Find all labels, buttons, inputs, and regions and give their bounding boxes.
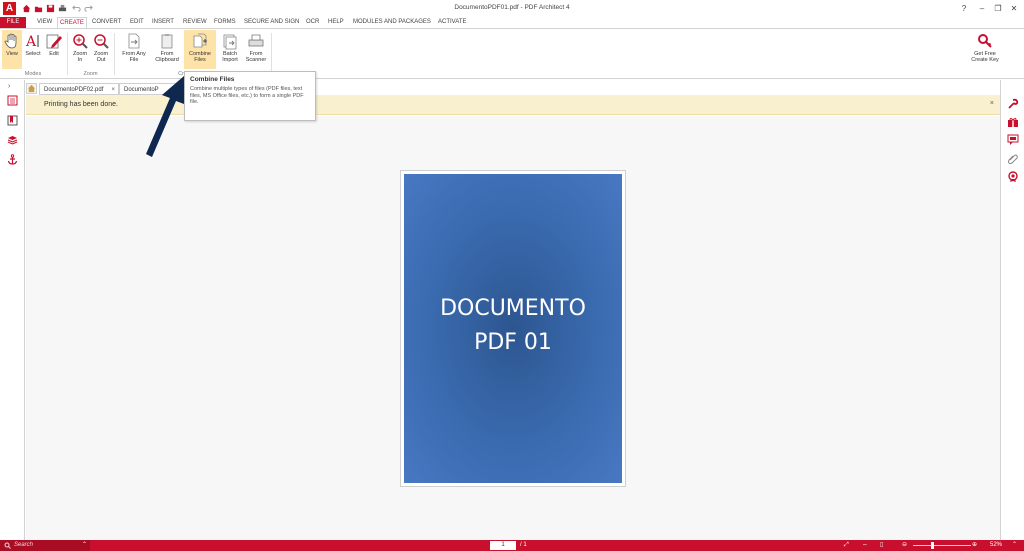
from-any-file-button[interactable]: From Any File [118,30,150,69]
edit-pencil-icon [46,34,62,49]
tab-forms[interactable]: FORMS [214,17,236,28]
svg-text:A: A [25,34,37,50]
tab-view[interactable]: VIEW [37,17,52,28]
zoom-in-button[interactable]: Zoom In [70,30,90,69]
zoom-level[interactable]: 52% [990,540,1002,551]
group-label-modes: Modes [24,71,42,77]
help-button[interactable]: ? [958,3,970,14]
tab-review[interactable]: REVIEW [183,17,207,28]
thumbnails-icon[interactable] [7,95,18,106]
tab-edit[interactable]: EDIT [130,17,144,28]
batch-import-button[interactable]: Batch Import [217,30,243,69]
expand-panel-icon[interactable]: › [8,83,10,90]
fit-width-icon[interactable]: ⇔ [862,540,868,551]
from-clipboard-button[interactable]: From Clipboard [151,30,183,69]
edit-button[interactable]: Edit [44,30,64,69]
cover-title: DOCUMENTO PDF 01 [404,292,622,360]
tab-activate[interactable]: ACTIVATE [438,17,466,28]
layers-icon[interactable] [7,134,18,145]
tooltip-body: Combine multiple types of files (PDF fil… [190,86,304,105]
document-tab[interactable]: DocumentoPDF02.pdf × [39,83,119,95]
right-panel [1000,80,1024,540]
notification-text: Printing has been done. [44,101,118,108]
search-input[interactable]: Search [0,540,90,551]
select-button[interactable]: A Select [23,30,43,69]
zoom-out-button[interactable]: Zoom Out [91,30,111,69]
zoom-in-icon [73,34,88,49]
home-icon [27,84,36,93]
home-tab[interactable] [26,83,37,94]
group-label-zoom: Zoom [83,71,98,77]
tab-insert[interactable]: INSERT [152,17,174,28]
comment-icon[interactable] [1007,134,1019,146]
cover-title-line: PDF 01 [474,330,552,355]
zoom-in-status-icon[interactable]: ⊕ [972,540,977,551]
zoom-slider[interactable] [913,545,971,546]
zoom-out-icon [94,34,109,49]
document-workspace[interactable]: DOCUMENTO PDF 01 [26,116,1000,540]
tab-convert[interactable]: CONVERT [92,17,121,28]
bookmarks-icon[interactable] [7,115,18,126]
menu-bar: FILE VIEW CREATE CONVERT EDIT INSERT REV… [0,17,1024,29]
pdf-page[interactable]: DOCUMENTO PDF 01 [400,170,626,487]
from-scanner-button[interactable]: From Scanner [244,30,268,69]
page-number-input[interactable]: 1 [490,541,516,550]
single-page-icon[interactable]: ▯ [880,540,883,551]
tools-icon[interactable] [1007,98,1019,110]
title-bar: A DocumentoPDF01.pdf - PDF Architect 4 ?… [0,0,1024,17]
cover-title-line: DOCUMENTO [440,296,586,321]
scanner-icon [248,34,264,47]
key-icon [978,34,992,48]
tooltip-title: Combine Files [190,76,235,83]
file-import-icon [128,33,140,49]
left-panel: › [0,80,25,540]
zoom-menu-icon[interactable]: ⌃ [1012,540,1017,551]
fit-page-icon[interactable]: ⤢ [844,540,849,551]
combine-files-icon [193,33,207,48]
combine-files-tooltip: Combine Files Combine multiple types of … [184,71,316,121]
tab-modules-and-packages[interactable]: MODULES AND PACKAGES [353,17,431,28]
tab-file[interactable]: FILE [0,17,26,28]
select-text-icon: A [25,34,39,50]
hand-icon [4,33,17,49]
search-options-icon[interactable]: ⌃ [82,540,87,551]
close-tab-icon[interactable]: × [111,84,115,94]
get-free-create-key-button[interactable]: Get Free Create Key [966,30,1004,69]
notification-close-icon[interactable]: × [990,100,994,107]
tab-help[interactable]: HELP [328,17,344,28]
group-separator [114,33,115,75]
app-window: A DocumentoPDF01.pdf - PDF Architect 4 ?… [0,0,1024,551]
tab-secure-and-sign[interactable]: SECURE AND SIGN [244,17,299,28]
batch-import-icon [223,34,237,50]
anchor-icon[interactable] [7,154,18,165]
page-cover: DOCUMENTO PDF 01 [404,174,622,483]
page-total: / 1 [520,542,527,548]
group-separator [67,33,68,75]
search-icon [4,542,11,549]
minimize-button[interactable]: – [976,3,988,14]
gift-icon[interactable] [1007,116,1019,128]
combine-files-button[interactable]: Combine Files [184,30,216,69]
document-tab-label: DocumentoPDF02.pdf [44,87,104,93]
tab-ocr[interactable]: OCR [306,17,319,28]
view-mode-button[interactable]: View [2,30,22,69]
window-title: DocumentoPDF01.pdf - PDF Architect 4 [454,4,570,11]
annotation-arrow [146,76,184,157]
zoom-out-status-icon[interactable]: ⊖ [902,540,907,551]
zoom-slider-thumb[interactable] [931,542,934,549]
certificate-icon[interactable] [1007,171,1019,183]
attachment-icon[interactable] [1007,153,1019,165]
status-bar: Search ⌃ 1 / 1 ⤢ ⇔ ▯ ⊖ ⊕ 52% ⌃ [0,540,1024,551]
close-button[interactable]: ✕ [1008,3,1020,14]
clipboard-icon [161,34,173,49]
group-separator [271,33,272,75]
restore-button[interactable]: ❐ [992,3,1004,14]
